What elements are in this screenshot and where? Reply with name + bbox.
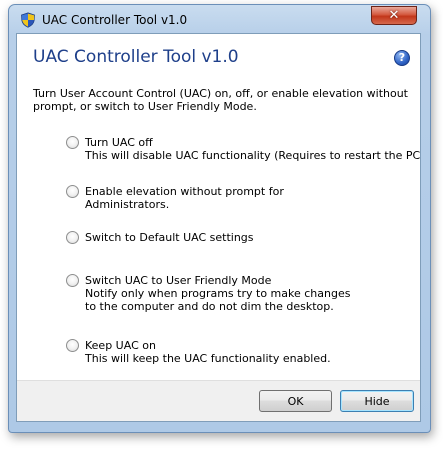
- option-label[interactable]: Keep UAC on: [85, 339, 156, 352]
- dialog-content: UAC Controller Tool v1.0 ? Turn User Acc…: [16, 33, 421, 422]
- radio-elevation-without-prompt[interactable]: [66, 185, 79, 198]
- radio-user-friendly-mode[interactable]: [66, 274, 79, 287]
- option-label[interactable]: Enable elevation without prompt for: [85, 185, 284, 198]
- option-label[interactable]: Switch UAC to User Friendly Mode: [85, 274, 271, 287]
- option-label[interactable]: Turn UAC off: [85, 136, 153, 149]
- app-window: UAC Controller Tool v1.0 ✕ UAC Controlle…: [8, 4, 431, 433]
- help-icon[interactable]: ?: [394, 50, 410, 66]
- title-bar[interactable]: UAC Controller Tool v1.0 ✕: [9, 5, 430, 33]
- button-bar: OK Hide: [17, 380, 420, 421]
- uac-shield-icon: [21, 12, 35, 28]
- option-description: Administrators.: [85, 198, 170, 211]
- window-title: UAC Controller Tool v1.0: [42, 13, 188, 27]
- hide-button[interactable]: Hide: [340, 390, 414, 412]
- ok-button[interactable]: OK: [259, 390, 332, 412]
- radio-default-uac-settings[interactable]: [66, 231, 79, 244]
- close-button[interactable]: ✕: [371, 6, 417, 25]
- intro-text: Turn User Account Control (UAC) on, off,…: [33, 87, 408, 113]
- option-label[interactable]: Switch to Default UAC settings: [85, 231, 254, 244]
- radio-keep-uac-on[interactable]: [66, 339, 79, 352]
- option-description-line-2: to the computer and do not dim the deskt…: [85, 300, 334, 313]
- option-description-line-1: Notify only when programs try to make ch…: [85, 287, 351, 300]
- option-description: This will disable UAC functionality (Req…: [85, 149, 421, 162]
- option-description: This will keep the UAC functionality ena…: [85, 352, 331, 365]
- page-title: UAC Controller Tool v1.0: [33, 47, 239, 67]
- close-icon: ✕: [388, 8, 400, 23]
- radio-turn-uac-off[interactable]: [66, 136, 79, 149]
